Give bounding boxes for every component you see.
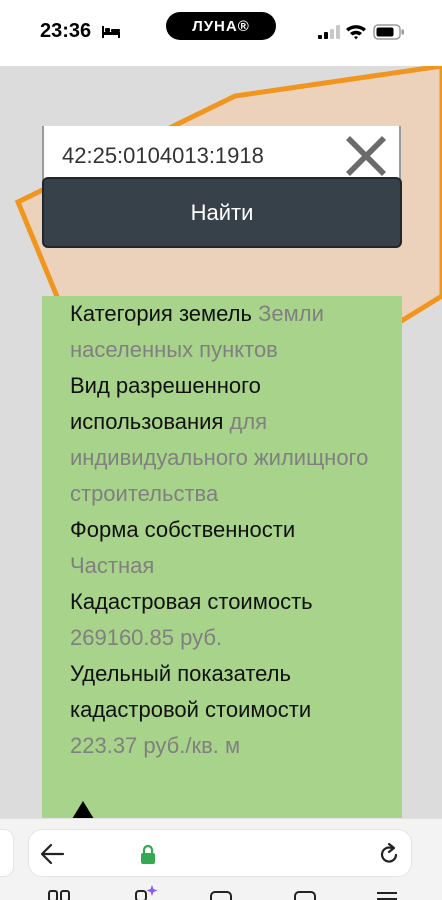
triangle-up-icon[interactable] [72,801,94,818]
arrow-left-icon[interactable] [39,842,65,866]
info-row-ownership: Форма собственности Частная [70,512,382,584]
battery-icon [373,24,404,40]
find-button[interactable]: Найти [42,177,402,248]
address-bar[interactable] [28,829,412,877]
status-bar: 23:36 ЛУНА® [0,0,442,66]
cadastral-number-input[interactable] [62,140,332,172]
lock-icon [141,844,155,864]
info-row-land-category: Категория земель Земли населенных пункто… [70,296,382,368]
menu-icon[interactable] [376,891,398,900]
info-value: Частная [70,553,155,578]
signal-icon [318,25,340,39]
info-label: Удельный показатель кадастровой стоимост… [70,661,312,722]
bed-icon [102,26,120,38]
reload-icon[interactable] [377,842,401,866]
carrier-name: ЛУНА® [192,17,250,35]
info-row-cadastral-value: Кадастровая стоимость 269160.85 руб. [70,584,382,656]
wifi-icon [346,25,366,40]
info-label: Кадастровая стоимость [70,589,313,614]
info-label: Категория земель [70,301,252,326]
bookmarks-icon[interactable] [294,891,316,900]
close-icon[interactable] [344,134,388,178]
info-label: Форма собственности [70,517,296,542]
info-row-permitted-use: Вид разрешенного использования для индив… [70,368,382,512]
info-row-specific-value: Удельный показатель кадастровой стоимост… [70,656,382,764]
info-value: 269160.85 руб. [70,625,223,650]
info-value: 223.37 руб./кв. м [70,733,241,758]
parcel-info-panel: Категория земель Земли населенных пункто… [42,296,402,818]
status-time: 23:36 [40,20,92,42]
previous-tab-edge[interactable] [0,829,14,877]
home-icon[interactable] [210,891,232,900]
carrier-logo: ЛУНА® [166,12,276,40]
assistant-sparkle-icon[interactable] [134,885,160,900]
tabs-icon[interactable] [48,889,70,900]
browser-bar [0,818,442,900]
